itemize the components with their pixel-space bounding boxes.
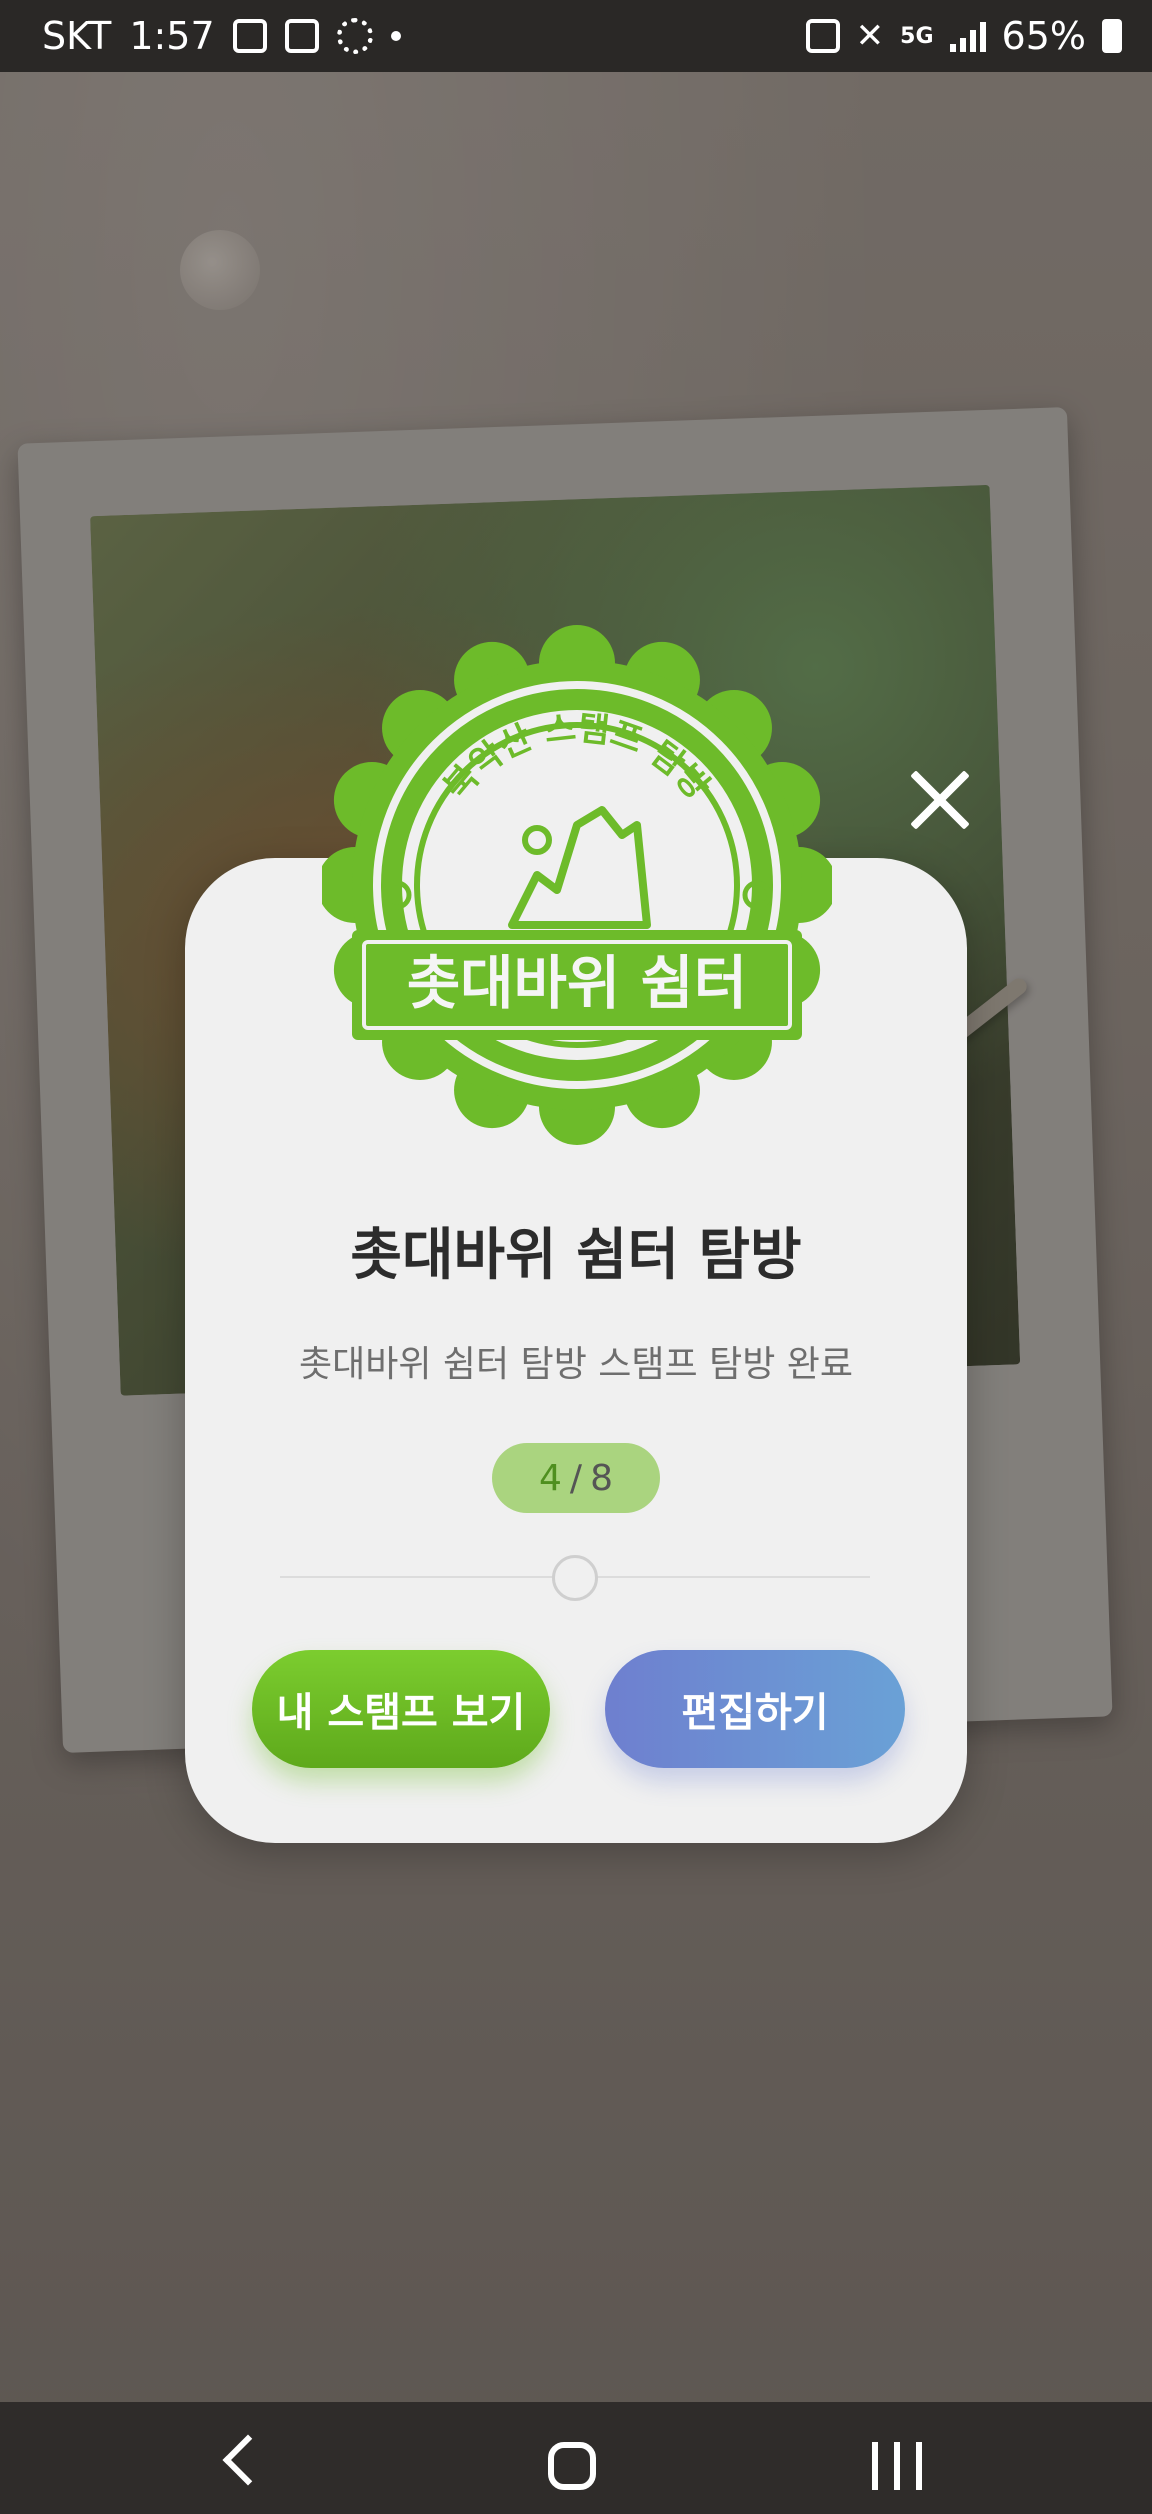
close-icon[interactable]: [900, 760, 980, 840]
notification-dot-icon: [390, 31, 401, 41]
carrier-label: SKT: [42, 14, 112, 58]
home-icon[interactable]: [548, 2442, 596, 2490]
progress-total: 8: [590, 1457, 613, 1499]
signal-icon: [949, 20, 986, 52]
screenshot-icon: [232, 19, 267, 53]
status-bar: SKT 1:57 ✕ 5G 65%: [0, 0, 1152, 72]
battery-label: 65%: [1001, 14, 1086, 58]
mute-icon: ✕: [855, 16, 885, 56]
vpn-icon: [805, 19, 840, 53]
battery-icon: [1102, 19, 1122, 53]
modal-title: 촛대바위 쉼터 탐방: [350, 1223, 802, 1288]
progress-badge: 4 / 8: [492, 1443, 660, 1513]
time-label: 1:57: [129, 14, 215, 58]
progress-separator: /: [569, 1457, 583, 1499]
stamp-badge: 북악산 스탬프 탐방 촛대바위 쉼터: [317, 625, 837, 1145]
my-stamps-button[interactable]: 내 스탬프 보기: [252, 1650, 550, 1768]
progress-current: 4: [539, 1457, 562, 1499]
stamp-graphic: 북악산 스탬프 탐방 촛대바위 쉼터: [317, 625, 837, 1145]
flower-ornament-icon: [552, 1555, 598, 1601]
edit-button[interactable]: 편집하기: [605, 1650, 905, 1768]
network-label: 5G: [900, 23, 934, 49]
stamp-banner-text: 촛대바위 쉼터: [407, 949, 747, 1017]
recent-apps-icon[interactable]: [872, 2442, 922, 2490]
loading-icon: [336, 18, 373, 54]
screen-record-icon: [284, 19, 319, 53]
modal-subtitle: 촛대바위 쉼터 탐방 스탬프 탐방 완료: [298, 1344, 854, 1385]
